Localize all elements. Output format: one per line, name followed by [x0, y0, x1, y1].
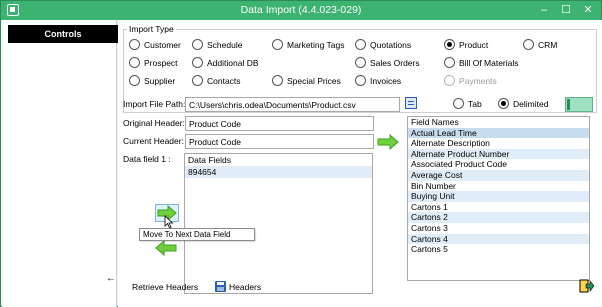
radio-label: Contacts [207, 75, 241, 86]
radio-indicator[interactable] [453, 98, 464, 109]
radio-label: Bill Of Materials [459, 57, 519, 68]
import-type-title: Import Type [127, 24, 176, 34]
import-file-path-label: Import File Path: [123, 99, 186, 109]
radio-sales-orders[interactable]: Sales Orders [355, 57, 420, 68]
radio-indicator[interactable] [192, 39, 203, 50]
data-import-window: Data Import (4.4.023-029) – ☐ ✕ Controls… [0, 0, 602, 307]
radio-label: Additional DB [207, 57, 259, 68]
radio-label: Product [459, 39, 489, 50]
document-icon[interactable] [405, 97, 417, 109]
tooltip: Move To Next Data Field [139, 228, 255, 241]
list-item[interactable]: Associated Product Code [408, 159, 589, 170]
radio-indicator[interactable] [192, 75, 203, 86]
controls-button[interactable]: Controls [8, 25, 118, 43]
list-item[interactable]: Bin Number [408, 181, 589, 192]
data-fields-header: Data Fields [188, 155, 231, 165]
maximize-button[interactable]: ☐ [555, 1, 577, 20]
current-header-label: Current Header: [123, 136, 184, 146]
radio-indicator[interactable] [272, 75, 283, 86]
radio-bill-of-materials[interactable]: Bill Of Materials [444, 57, 519, 68]
sidebar: Controls ← [2, 20, 118, 307]
radio-label: Quotations [370, 39, 412, 50]
main-content: Import Type Customer Schedule Marketing … [118, 20, 602, 307]
radio-customer[interactable]: Customer [129, 39, 181, 50]
radio-indicator[interactable] [129, 39, 140, 50]
radio-tab[interactable]: Tab [453, 98, 482, 109]
original-header-input[interactable]: Product Code [185, 116, 374, 131]
radio-label: Supplier [144, 75, 176, 86]
list-item[interactable]: Cartons 1 [408, 202, 589, 213]
field-names-header: Field Names [411, 117, 459, 127]
retrieve-headers-button[interactable]: Retrieve Headers [132, 282, 198, 292]
headers-button[interactable]: Headers [229, 282, 261, 292]
delimiter-input[interactable] [565, 97, 593, 112]
radio-product[interactable]: Product [444, 39, 488, 50]
radio-contacts[interactable]: Contacts [192, 75, 241, 86]
radio-indicator-checked[interactable] [498, 98, 509, 109]
radio-indicator[interactable] [272, 39, 283, 50]
radio-indicator[interactable] [192, 57, 203, 68]
radio-indicator[interactable] [444, 57, 455, 68]
data-field-value[interactable]: 894654 [185, 166, 372, 178]
list-item[interactable]: Cartons 4 [408, 233, 589, 245]
radio-label: Delimited [513, 98, 549, 109]
radio-label: Customer [144, 39, 181, 50]
radio-indicator[interactable] [129, 57, 140, 68]
list-item[interactable]: Average Cost [408, 169, 589, 181]
radio-delimited[interactable]: Delimited [498, 98, 548, 109]
radio-label: Sales Orders [370, 57, 420, 68]
current-header-input[interactable]: Product Code [185, 134, 374, 149]
list-item[interactable]: Alternate Description [408, 138, 589, 149]
radio-indicator-checked[interactable] [444, 39, 455, 50]
radio-indicator[interactable] [355, 57, 366, 68]
previous-data-field-icon[interactable] [154, 239, 178, 257]
list-item[interactable]: Cartons 2 [408, 212, 589, 223]
radio-indicator[interactable] [355, 39, 366, 50]
radio-label: Payments [459, 75, 497, 86]
radio-label: CRM [538, 39, 558, 50]
radio-indicator [444, 75, 455, 86]
radio-invoices[interactable]: Invoices [355, 75, 401, 86]
radio-label: Invoices [370, 75, 402, 86]
radio-supplier[interactable]: Supplier [129, 75, 175, 86]
title-bar: Data Import (4.4.023-029) – ☐ ✕ [1, 1, 601, 20]
list-item[interactable]: Actual Lead Time [408, 127, 589, 139]
radio-special-prices[interactable]: Special Prices [272, 75, 341, 86]
radio-indicator[interactable] [523, 39, 534, 50]
minimize-button[interactable]: – [533, 1, 555, 20]
data-field-label: Data field 1 : [123, 154, 171, 164]
mouse-pointer-icon [164, 215, 174, 229]
data-fields-list[interactable]: Data Fields 894654 [184, 153, 373, 294]
radio-crm[interactable]: CRM [523, 39, 557, 50]
list-item[interactable]: Cartons 3 [408, 223, 589, 234]
radio-label: Schedule [207, 39, 243, 50]
radio-label: Prospect [144, 57, 178, 68]
radio-indicator[interactable] [129, 75, 140, 86]
radio-label: Special Prices [287, 75, 341, 86]
close-button[interactable]: ✕ [577, 1, 599, 20]
import-file-path-input[interactable]: C:\Users\chris.odea\Documents\Product.cs… [185, 97, 400, 112]
map-field-arrow-icon[interactable] [376, 133, 400, 151]
field-names-list[interactable]: Field Names Actual Lead Time Alternate D… [407, 116, 590, 281]
radio-label: Marketing Tags [287, 39, 345, 50]
radio-additional-db[interactable]: Additional DB [192, 57, 259, 68]
radio-label: Tab [468, 98, 482, 109]
list-item[interactable]: Buying Unit [408, 191, 589, 202]
radio-prospect[interactable]: Prospect [129, 57, 178, 68]
save-icon[interactable] [215, 281, 226, 292]
radio-quotations[interactable]: Quotations [355, 39, 411, 50]
original-header-label: Original Header: [123, 118, 185, 128]
list-item[interactable]: Alternate Product Number [408, 148, 589, 160]
radio-schedule[interactable]: Schedule [192, 39, 242, 50]
window-title: Data Import (4.4.023-029) [240, 4, 362, 16]
radio-marketing-tags[interactable]: Marketing Tags [272, 39, 344, 50]
list-item[interactable]: Cartons 5 [408, 244, 589, 255]
exit-icon[interactable] [579, 279, 595, 293]
radio-payments: Payments [444, 75, 497, 86]
radio-indicator[interactable] [355, 75, 366, 86]
left-arrow-icon[interactable]: ← [106, 273, 116, 284]
